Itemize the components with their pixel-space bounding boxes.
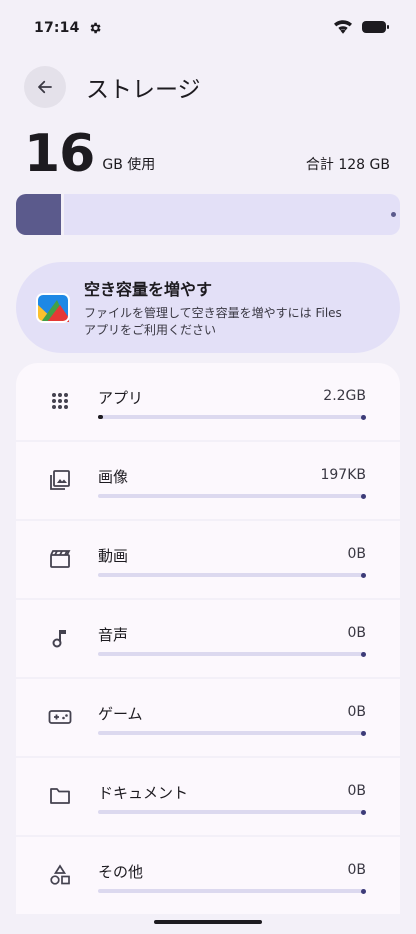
category-usage-bar xyxy=(98,888,366,894)
category-size: 0B xyxy=(347,625,366,641)
storage-usage-bar xyxy=(16,194,400,235)
category-label: 画像 xyxy=(98,468,129,486)
category-usage-bar xyxy=(98,414,366,420)
total-capacity: 合計 128 GB xyxy=(305,157,390,173)
category-label: ドキュメント xyxy=(98,784,189,802)
arrow-back-icon xyxy=(38,80,52,94)
battery-icon xyxy=(362,19,390,38)
usage-summary: 16 GB 使用 合計 128 GB xyxy=(24,124,390,180)
category-size: 2.2GB xyxy=(323,388,366,404)
storage-bar-end-dot xyxy=(391,212,396,217)
category-size: 0B xyxy=(347,783,366,799)
wifi-icon xyxy=(334,19,352,38)
status-bar: 17:14 xyxy=(0,0,416,56)
shapes-icon xyxy=(48,863,72,887)
category-audio[interactable]: 音声 0B xyxy=(16,600,400,677)
category-usage-fill xyxy=(98,415,103,419)
storage-usage-fill xyxy=(16,194,64,235)
category-bar-end-dot xyxy=(361,730,366,736)
category-usage-bar xyxy=(98,809,366,815)
category-video[interactable]: 動画 0B xyxy=(16,521,400,598)
category-usage-bar xyxy=(98,651,366,657)
music-note-icon xyxy=(48,626,72,650)
category-usage-bar xyxy=(98,493,366,499)
category-label: アプリ xyxy=(98,389,144,407)
image-icon xyxy=(48,468,72,492)
top-app-bar: ストレージ xyxy=(24,66,201,108)
gamepad-icon xyxy=(48,705,72,729)
category-images[interactable]: 画像 197KB xyxy=(16,442,400,519)
category-bar-end-dot xyxy=(361,493,366,499)
folder-icon xyxy=(48,784,72,808)
free-up-description-line2: アプリをご利用ください xyxy=(84,323,217,337)
category-apps[interactable]: アプリ 2.2GB xyxy=(16,363,400,440)
category-label: その他 xyxy=(98,863,144,881)
used-amount: 16 xyxy=(24,124,95,184)
category-games[interactable]: ゲーム 0B xyxy=(16,679,400,756)
free-up-description-line1: ファイルを管理して空き容量を増やすには Files xyxy=(84,306,342,320)
apps-grid-icon xyxy=(48,389,72,413)
storage-category-list: アプリ 2.2GB 画像 197KB 動画 0B 音声 0B ゲーム 0B ドキ… xyxy=(16,363,400,916)
category-size: 0B xyxy=(347,704,366,720)
category-size: 0B xyxy=(347,546,366,562)
gear-icon xyxy=(88,21,102,35)
category-other[interactable]: その他 0B xyxy=(16,837,400,914)
files-app-icon xyxy=(36,291,70,325)
category-documents[interactable]: ドキュメント 0B xyxy=(16,758,400,835)
category-usage-bar xyxy=(98,730,366,736)
category-usage-bar xyxy=(98,572,366,578)
category-label: 音声 xyxy=(98,626,129,644)
category-bar-end-dot xyxy=(361,572,366,578)
category-bar-end-dot xyxy=(361,888,366,894)
used-unit: GB 使用 xyxy=(102,157,156,173)
free-up-title: 空き容量を増やす xyxy=(84,280,213,299)
category-label: ゲーム xyxy=(98,705,143,723)
category-size: 0B xyxy=(347,862,366,878)
category-label: 動画 xyxy=(98,547,129,565)
back-button[interactable] xyxy=(24,66,66,108)
page-title: ストレージ xyxy=(86,77,201,103)
status-time: 17:14 xyxy=(34,20,80,36)
category-bar-end-dot xyxy=(361,414,366,420)
category-size: 197KB xyxy=(320,467,366,483)
category-bar-end-dot xyxy=(361,651,366,657)
gesture-nav-handle[interactable] xyxy=(154,920,262,924)
category-bar-end-dot xyxy=(361,809,366,815)
free-up-space-card[interactable]: 空き容量を増やす ファイルを管理して空き容量を増やすには Files アプリをご… xyxy=(16,262,400,353)
video-clapper-icon xyxy=(48,547,72,571)
